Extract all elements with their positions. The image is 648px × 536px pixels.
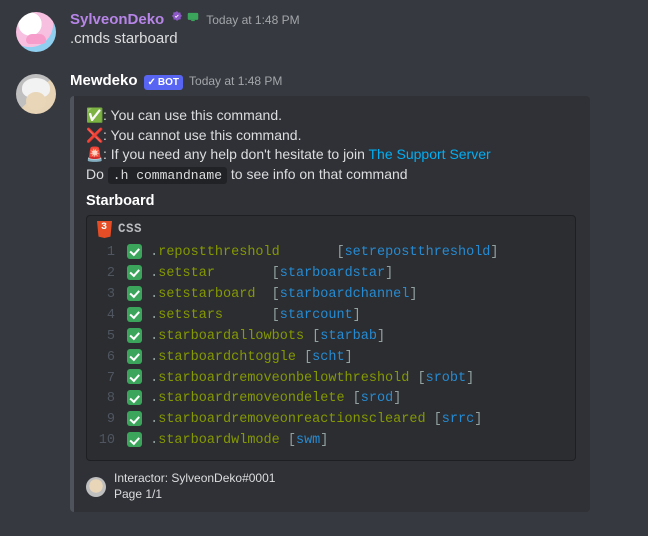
footer-icon [86, 477, 106, 497]
code-line: 2 .setstar [starboardstar] [97, 264, 565, 285]
message-user: SylveonDeko Today at 1:48 PM .cmds starb… [0, 6, 648, 54]
cross-emoji: ❌ [86, 126, 103, 146]
embed-field-title: Starboard [86, 193, 576, 209]
code-line: 1 .repostthreshold [setrepostthreshold] [97, 243, 565, 264]
timestamp: Today at 1:48 PM [189, 74, 282, 88]
verified-check-icon: ✓ [148, 76, 156, 89]
permission-check-icon [127, 244, 142, 259]
line-number: 2 [97, 264, 115, 285]
code-line: 6 .starboardchtoggle [scht] [97, 348, 565, 369]
permission-check-icon [127, 411, 142, 426]
desc-line-help: 🚨: If you need any help don't hesitate t… [86, 145, 576, 165]
line-number: 3 [97, 285, 115, 306]
line-number: 9 [97, 410, 115, 431]
line-number: 7 [97, 369, 115, 390]
support-server-link[interactable]: The Support Server [369, 146, 491, 162]
avatar[interactable] [16, 12, 56, 52]
check-emoji: ✅ [86, 106, 103, 126]
message-body: SylveonDeko Today at 1:48 PM .cmds starb… [70, 10, 632, 52]
code-line: 5 .starboardallowbots [starbab] [97, 327, 565, 348]
message-body: Mewdeko ✓ BOT Today at 1:48 PM ✅: You ca… [70, 72, 632, 512]
permission-check-icon [127, 432, 142, 447]
permission-check-icon [127, 328, 142, 343]
line-number: 10 [97, 431, 115, 452]
line-number: 6 [97, 348, 115, 369]
permission-check-icon [127, 390, 142, 405]
permission-check-icon [127, 307, 142, 322]
siren-emoji: 🚨 [86, 145, 103, 165]
message-bot: Mewdeko ✓ BOT Today at 1:48 PM ✅: You ca… [0, 68, 648, 514]
permission-check-icon [127, 349, 142, 364]
code-line: 10 .starboardwlmode [swm] [97, 431, 565, 452]
line-number: 1 [97, 243, 115, 264]
code-block: CSS 1 .repostthreshold [setrepostthresho… [86, 215, 576, 461]
code-line: 8 .starboardremoveondelete [srod] [97, 389, 565, 410]
line-number: 8 [97, 389, 115, 410]
badge-verified-icon [170, 10, 184, 24]
avatar[interactable] [16, 74, 56, 114]
line-number: 5 [97, 327, 115, 348]
line-number: 4 [97, 306, 115, 327]
embed: ✅: You can use this command. ❌: You cann… [70, 96, 590, 512]
message-header: Mewdeko ✓ BOT Today at 1:48 PM [70, 72, 632, 90]
desc-line-do: Do .h commandname to see info on that co… [86, 165, 576, 185]
timestamp: Today at 1:48 PM [206, 13, 299, 27]
code-line: 4 .setstars [starcount] [97, 306, 565, 327]
code-line: 3 .setstarboard [starboardchannel] [97, 285, 565, 306]
footer-interactor: Interactor: SylveonDeko#0001 [114, 471, 275, 487]
code-lang-label: CSS [118, 222, 142, 236]
permission-check-icon [127, 265, 142, 280]
permission-check-icon [127, 286, 142, 301]
online-status-icon [186, 10, 200, 24]
embed-footer: Interactor: SylveonDeko#0001 Page 1/1 [86, 471, 576, 502]
css3-icon [97, 221, 112, 238]
inline-code: .h commandname [108, 167, 227, 184]
embed-description: ✅: You can use this command. ❌: You cann… [86, 106, 576, 185]
code-lang-header: CSS [87, 216, 575, 241]
username[interactable]: Mewdeko [70, 72, 138, 89]
desc-line-can: ✅: You can use this command. [86, 106, 576, 126]
desc-line-cannot: ❌: You cannot use this command. [86, 126, 576, 146]
username[interactable]: SylveonDeko [70, 11, 164, 28]
message-content: .cmds starboard [70, 29, 632, 49]
user-badges [170, 10, 200, 24]
bot-tag-label: BOT [158, 76, 179, 89]
message-header: SylveonDeko Today at 1:48 PM [70, 10, 632, 28]
code-line: 7 .starboardremoveonbelowthreshold [srob… [97, 369, 565, 390]
footer-text: Interactor: SylveonDeko#0001 Page 1/1 [114, 471, 275, 502]
bot-tag: ✓ BOT [144, 75, 184, 90]
permission-check-icon [127, 369, 142, 384]
footer-page: Page 1/1 [114, 487, 275, 503]
code-line: 9 .starboardremoveonreactionscleared [sr… [97, 410, 565, 431]
code-body: 1 .repostthreshold [setrepostthreshold]2… [87, 241, 575, 460]
